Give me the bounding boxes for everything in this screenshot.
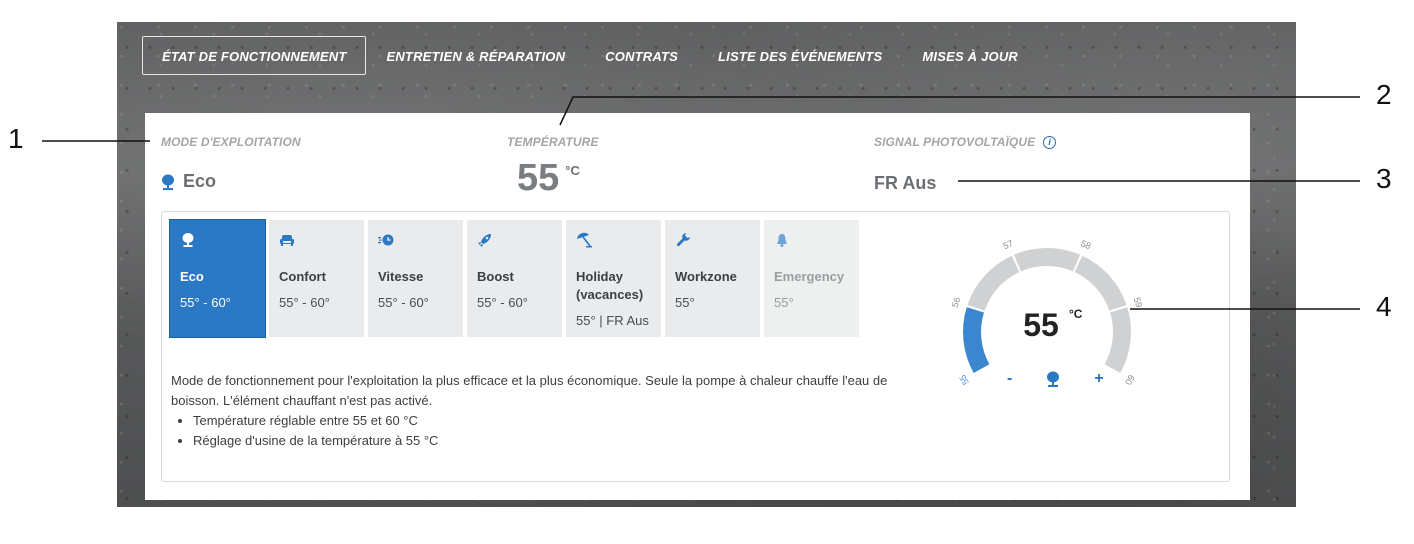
mode-tile-name: Confort xyxy=(279,269,326,284)
pv-signal-label-text: SIGNAL PHOTOVOLTAÏQUE xyxy=(874,135,1036,149)
mode-tile-workzone[interactable]: Workzone 55° xyxy=(665,220,760,337)
gauge-segment[interactable] xyxy=(967,255,1020,311)
mode-tile-name: Boost xyxy=(477,269,514,284)
top-navigation: ÉTAT DE FONCTIONNEMENT ENTRETIEN & RÉPAR… xyxy=(142,35,1038,75)
gauge-controls: - + xyxy=(1007,370,1104,388)
mode-value: Eco xyxy=(161,171,216,192)
callout-4: 4 xyxy=(1376,291,1392,322)
gauge-segment[interactable] xyxy=(1074,255,1127,311)
bell-icon xyxy=(777,234,787,247)
mode-card: Eco 55° - 60° Confort 55° - 60° Vitesse … xyxy=(161,211,1230,482)
mode-tile-emergency[interactable]: Emergency 55° xyxy=(764,220,859,337)
tab-entretien-reparation[interactable]: ENTRETIEN & RÉPARATION xyxy=(366,36,585,75)
gauge-value: 55 xyxy=(1023,307,1059,343)
speed-clock-icon xyxy=(378,234,394,246)
mode-tile-name: Holiday (vacances) xyxy=(576,269,644,302)
list-item: Température réglable entre 55 et 60 °C xyxy=(193,411,891,431)
gauge-tick-label: 58 xyxy=(1079,238,1092,251)
mode-tile-range: 55° xyxy=(774,295,794,310)
beach-umbrella-icon xyxy=(577,232,592,248)
pv-signal-label: SIGNAL PHOTOVOLTAÏQUE i xyxy=(874,135,1057,149)
decrease-button[interactable]: - xyxy=(1007,370,1012,388)
mode-tile-range: 55° - 60° xyxy=(180,295,231,310)
mode-tile-name: Workzone xyxy=(675,269,737,284)
mode-tile-name: Eco xyxy=(180,269,204,284)
wrench-icon xyxy=(676,233,690,247)
tab-liste-evenements[interactable]: LISTE DES ÉVÉNEMENTS xyxy=(698,36,902,75)
mode-tile-confort[interactable]: Confort 55° - 60° xyxy=(269,220,364,337)
tree-icon xyxy=(182,233,194,247)
mode-tile-range: 55° - 60° xyxy=(477,295,528,310)
gauge-segment[interactable] xyxy=(1104,307,1131,373)
gauge-tick-label: 56 xyxy=(950,296,963,309)
mode-tile-name: Vitesse xyxy=(378,269,424,284)
gauge-unit: °C xyxy=(1069,307,1083,321)
mode-tile-boost[interactable]: Boost 55° - 60° xyxy=(467,220,562,337)
mode-tile-range: 55° - 60° xyxy=(279,295,330,310)
tree-icon xyxy=(1047,371,1060,387)
tree-icon xyxy=(162,174,174,190)
tab-contrats[interactable]: CONTRATS xyxy=(585,36,698,75)
gauge-tick-label: 55 xyxy=(957,373,971,387)
list-item: Réglage d'usine de la température à 55 °… xyxy=(193,431,891,451)
pv-signal-value: FR Aus xyxy=(874,173,937,193)
callout-1: 1 xyxy=(8,123,24,154)
mode-tiles: Eco 55° - 60° Confort 55° - 60° Vitesse … xyxy=(169,219,859,338)
temperature-number: 55 xyxy=(517,157,560,199)
mode-tile-vitesse[interactable]: Vitesse 55° - 60° xyxy=(368,220,463,337)
mode-value-text: Eco xyxy=(183,171,217,191)
screenshot-stage: ÉTAT DE FONCTIONNEMENT ENTRETIEN & RÉPAR… xyxy=(0,0,1414,544)
temperature-value: 55 °C xyxy=(517,157,580,200)
callout-3: 3 xyxy=(1376,163,1392,194)
mode-description-text: Mode de fonctionnement pour l'exploitati… xyxy=(171,373,888,408)
mode-tile-range: 55° - 60° xyxy=(378,295,429,310)
gauge-tick-label: 57 xyxy=(1001,238,1014,251)
increase-button[interactable]: + xyxy=(1094,370,1103,388)
tab-mises-a-jour[interactable]: MISES À JOUR xyxy=(902,36,1038,75)
gauge-segment[interactable] xyxy=(1013,248,1081,272)
gauge-tick-label: 59 xyxy=(1132,296,1145,309)
status-panel: MODE D'EXPLOITATION Eco TEMPÉRATURE 55 °… xyxy=(145,113,1250,500)
mode-label: MODE D'EXPLOITATION xyxy=(161,135,301,149)
gauge-tick-label: 60 xyxy=(1123,373,1137,387)
info-icon[interactable]: i xyxy=(1043,135,1057,149)
tab-etat-de-fonctionnement[interactable]: ÉTAT DE FONCTIONNEMENT xyxy=(142,35,367,75)
temperature-unit: °C xyxy=(565,163,580,178)
mode-tile-holiday[interactable]: Holiday (vacances) 55° | FR Aus xyxy=(566,220,661,337)
mode-description: Mode de fonctionnement pour l'exploitati… xyxy=(171,371,891,451)
mode-tile-range: 55° xyxy=(675,295,695,310)
mode-tile-range: 55° | FR Aus xyxy=(576,313,649,328)
gauge-segment[interactable] xyxy=(963,307,990,373)
mode-tile-eco[interactable]: Eco 55° - 60° xyxy=(169,219,266,338)
rocket-icon xyxy=(478,234,491,247)
mode-description-list: Température réglable entre 55 et 60 °C R… xyxy=(193,411,891,451)
mode-tile-name: Emergency xyxy=(774,269,845,284)
temperature-label: TEMPÉRATURE xyxy=(507,135,599,149)
callout-2: 2 xyxy=(1376,79,1392,110)
armchair-icon xyxy=(280,235,294,246)
